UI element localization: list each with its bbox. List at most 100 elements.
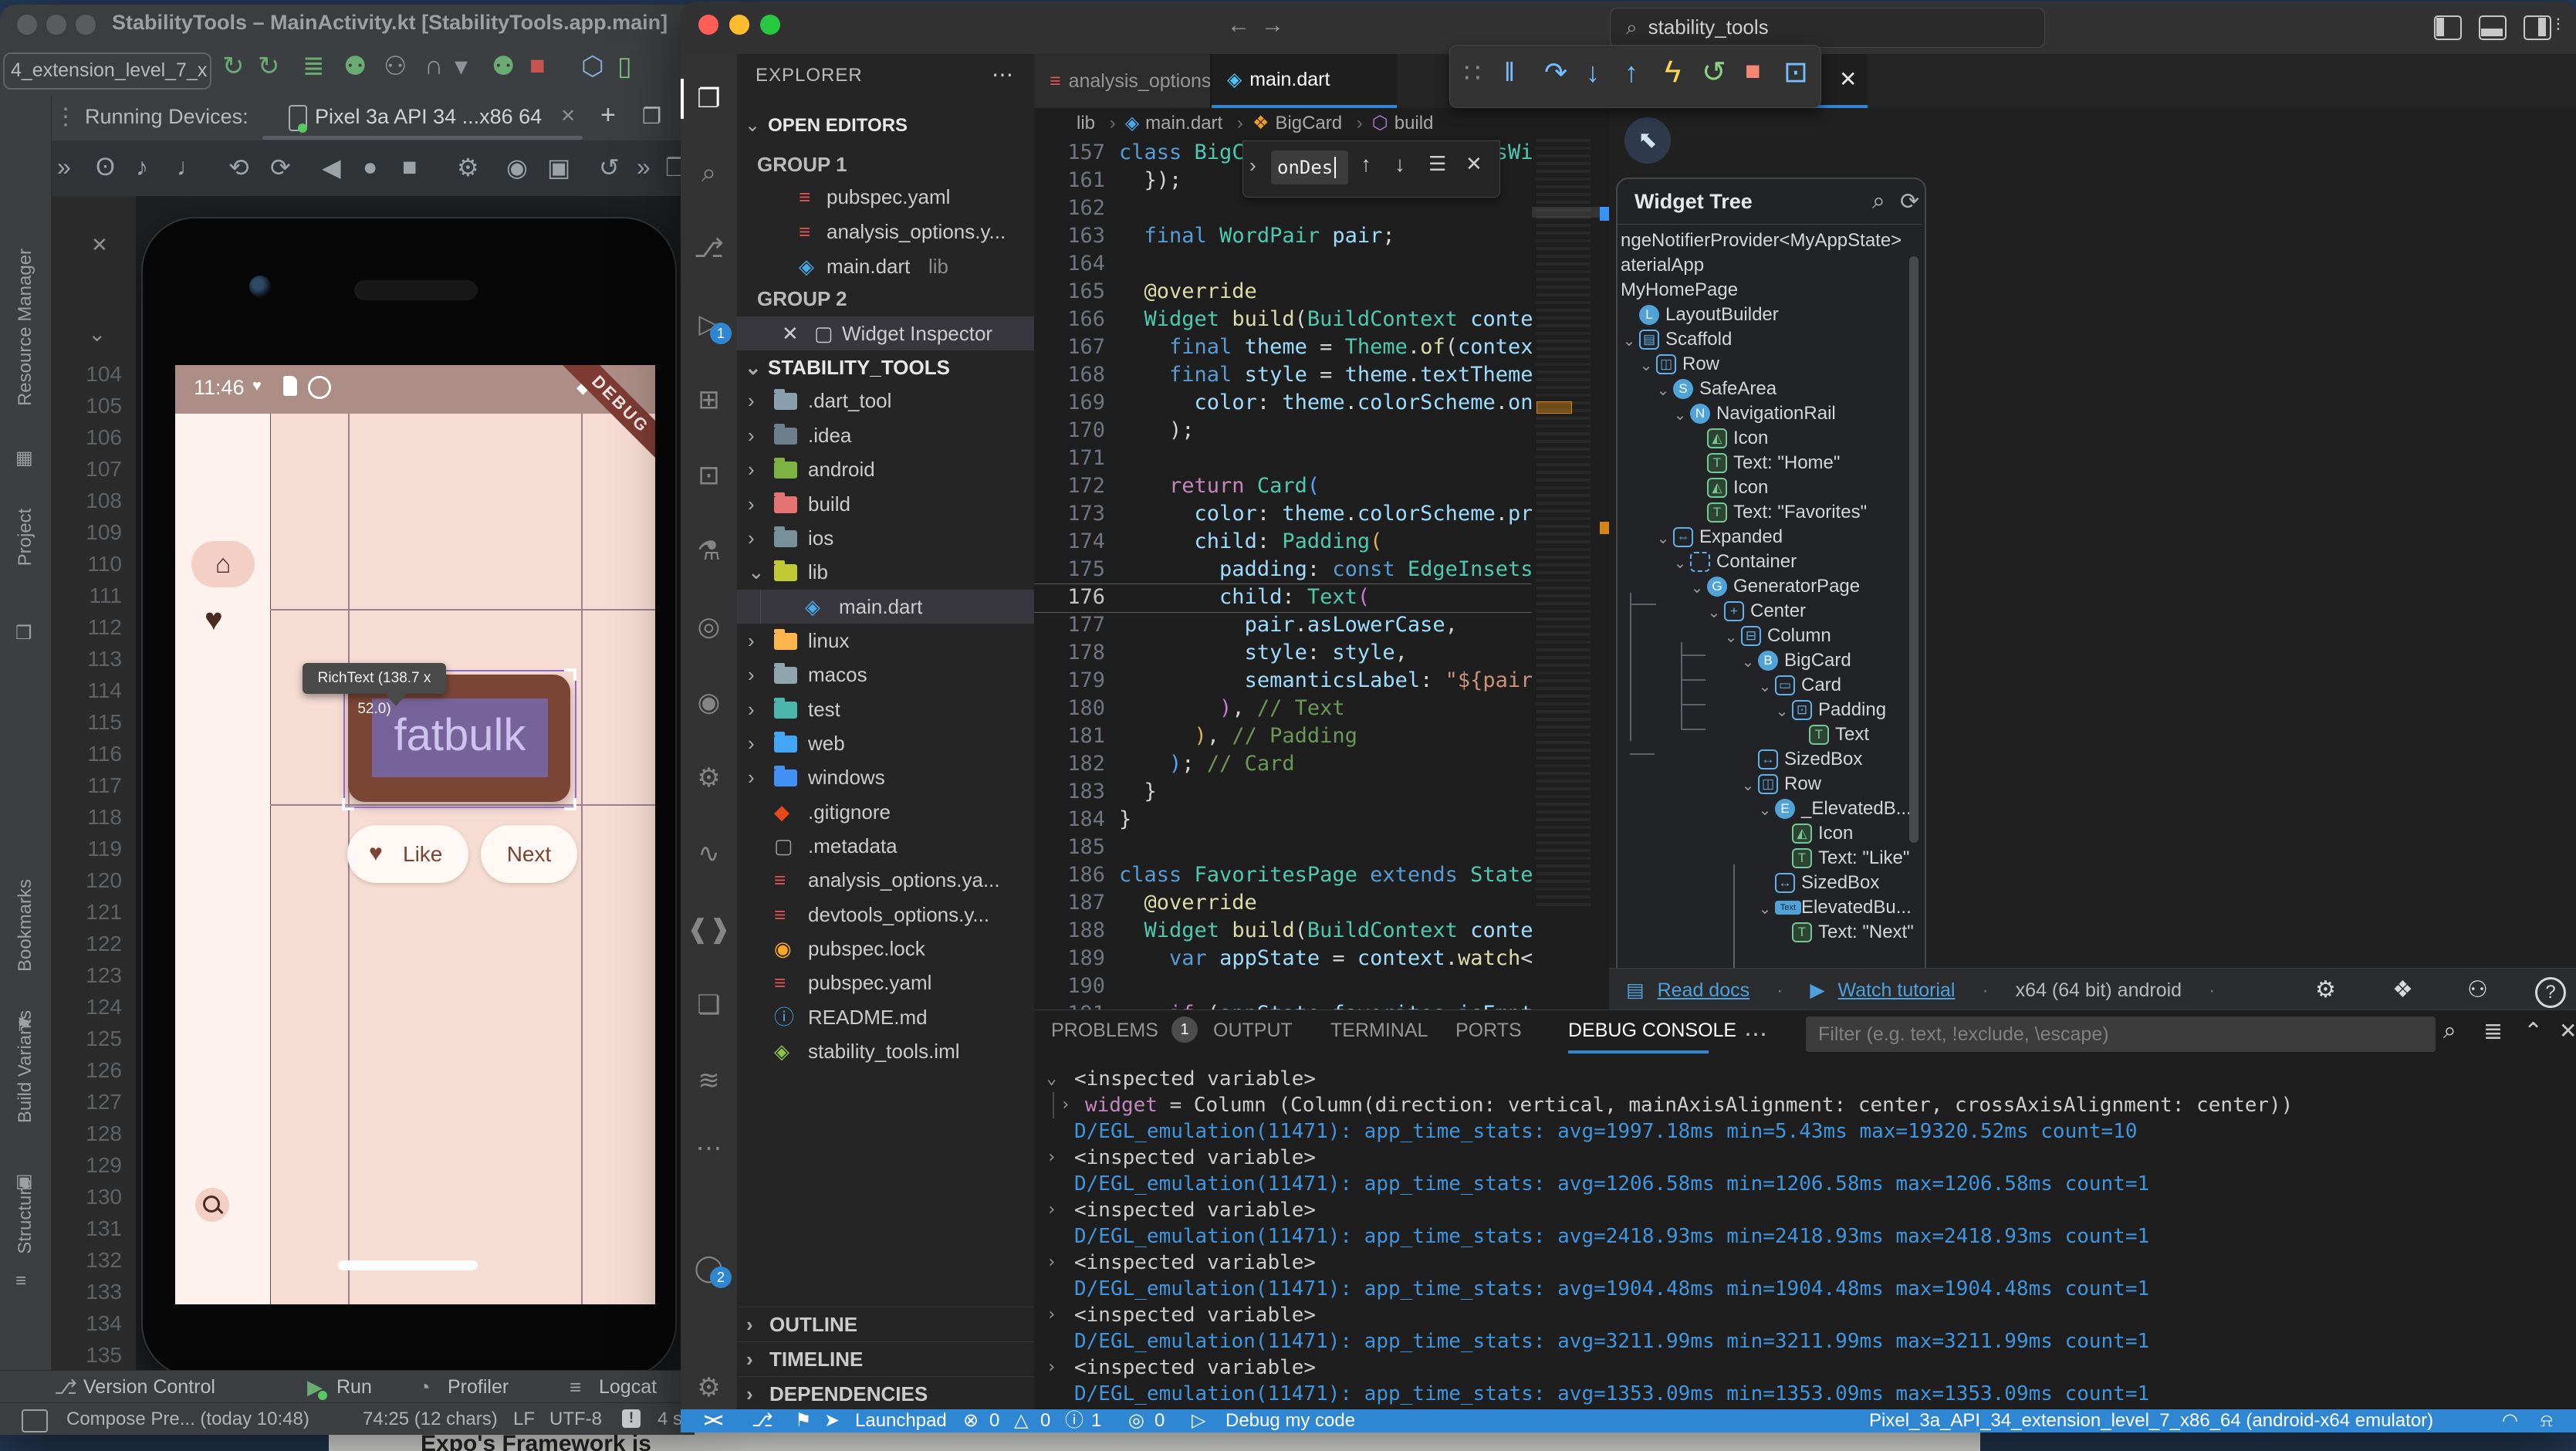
- nav-back-icon[interactable]: ←: [1227, 12, 1250, 39]
- panel-collapse-icon[interactable]: ⌃: [2524, 1018, 2543, 1045]
- file-label[interactable]: main.dart: [827, 249, 910, 283]
- toggle-primary-sidebar-icon[interactable]: [2434, 15, 2462, 40]
- as-run-config-select[interactable]: 4_extension_level_7_x ▾: [3, 52, 211, 90]
- toolbar-grip[interactable]: ∷: [1464, 58, 1481, 89]
- find-input[interactable]: onDes: [1271, 151, 1348, 184]
- tree-item--gitignore[interactable]: ◆.gitignore: [737, 795, 1034, 829]
- snapshot-icon[interactable]: ↺: [599, 153, 620, 182]
- find-next-icon[interactable]: ↓: [1394, 152, 1405, 177]
- watch-tutorial-link[interactable]: Watch tutorial: [1838, 979, 1956, 1001]
- info-count[interactable]: 1: [1091, 1409, 1101, 1432]
- footer-help-icon[interactable]: ?: [2535, 977, 2566, 1008]
- expand-chevron-icon[interactable]: ⌄: [1756, 675, 1773, 699]
- nav-forward-icon[interactable]: →: [1261, 12, 1284, 39]
- as-status-encoding[interactable]: UTF-8: [549, 1409, 602, 1430]
- debug-session-icon[interactable]: ▷: [1192, 1409, 1205, 1432]
- section-dependencies[interactable]: ›DEPENDENCIES: [737, 1376, 1034, 1409]
- widget-tree-row[interactable]: ⌄⊡Padding: [1618, 698, 1922, 722]
- gradle-icon[interactable]: ∿: [681, 834, 737, 874]
- explorer-icon[interactable]: ❐: [681, 79, 737, 119]
- flutter-icon[interactable]: ❰❱: [681, 909, 737, 949]
- console-expand-icon[interactable]: ›: [1060, 1092, 1070, 1118]
- overview-ruler[interactable]: [1600, 139, 1609, 1011]
- open-inspector-icon[interactable]: ⊡: [1783, 55, 1808, 90]
- read-docs-link[interactable]: Read docs: [1658, 979, 1750, 1001]
- widget-tree-row[interactable]: ⌄Container: [1618, 550, 1922, 574]
- expand-chevron-icon[interactable]: ⌄: [1706, 600, 1722, 625]
- widget-tree-row[interactable]: ⌄SSafeArea: [1618, 377, 1922, 401]
- widget-tree-row[interactable]: TText: "Next": [1618, 920, 1922, 945]
- customize-layout-icon[interactable]: ⫶: [2556, 15, 2571, 37]
- expand-chevron-icon[interactable]: ⌄: [1739, 650, 1756, 675]
- recents-icon[interactable]: ■: [402, 153, 417, 181]
- command-center-search[interactable]: ⌕stability_tools: [1610, 8, 2045, 48]
- widget-tree-row[interactable]: LLayoutBuilder: [1618, 303, 1922, 327]
- filter-clear-icon[interactable]: ≣: [2483, 1018, 2503, 1045]
- add-device-icon[interactable]: +: [600, 100, 616, 130]
- tree-item-stability-tools-iml[interactable]: ◈stability_tools.iml: [737, 1034, 1034, 1068]
- widget-tree-row[interactable]: ⌄▭Card: [1618, 673, 1922, 698]
- record-icon[interactable]: ▣: [547, 153, 570, 182]
- widget-tree-row[interactable]: ⌄TextElevatedBu...: [1618, 895, 1922, 920]
- caret-icon[interactable]: ▾: [455, 51, 468, 82]
- stop-icon[interactable]: ■: [529, 51, 546, 81]
- launchpad-flag-icon[interactable]: ⚑: [795, 1409, 812, 1432]
- as-status-indent[interactable]: 4 s: [658, 1409, 682, 1430]
- widget-tree-row[interactable]: MyHomePage: [1618, 278, 1922, 303]
- expand-chevron-icon[interactable]: ⌄: [1655, 378, 1672, 403]
- comments-icon[interactable]: ❏: [681, 985, 737, 1025]
- inspector-tab-close-icon[interactable]: ✕: [1839, 66, 1857, 92]
- as-version-control-button[interactable]: Version Control: [83, 1376, 215, 1399]
- explorer-section[interactable]: ⌄STABILITY_TOOLS: [737, 350, 1034, 384]
- open-editor-item[interactable]: ✕▢Widget Inspector: [737, 316, 1034, 350]
- camera-icon[interactable]: ◉: [506, 153, 528, 182]
- panel-tab-problems[interactable]: PROBLEMS: [1051, 1020, 1158, 1042]
- tree-refresh-icon[interactable]: ⟳: [1900, 188, 1919, 215]
- as-status-doc[interactable]: Compose Pre... (today 10:48): [66, 1409, 309, 1430]
- tab-scroll-indicator[interactable]: [262, 136, 583, 140]
- widget-tree-row[interactable]: TText: "Favorites": [1618, 500, 1922, 525]
- panel-tab-terminal[interactable]: TERMINAL: [1330, 1020, 1428, 1042]
- tree-item--idea[interactable]: ›.idea: [737, 418, 1034, 452]
- console-expand-icon[interactable]: ›: [1046, 1250, 1056, 1276]
- testing-icon[interactable]: ⚗: [681, 531, 737, 571]
- tree-item-pubspec-lock[interactable]: ◉pubspec.lock: [737, 932, 1034, 966]
- tool-window-project[interactable]: Project: [15, 509, 36, 567]
- rotate-right-icon[interactable]: ⟳: [270, 153, 291, 182]
- device-selector[interactable]: Pixel_3a_API_34_extension_level_7_x86_64…: [1869, 1409, 2433, 1432]
- tab-analysis-options[interactable]: ≡analysis_options.yaml: [1034, 54, 1210, 108]
- file-label[interactable]: analysis_options.y...: [827, 215, 1006, 249]
- ports-forward-icon[interactable]: ⎇: [752, 1409, 773, 1432]
- close-editor-icon[interactable]: ✕: [782, 316, 799, 350]
- device-manager-icon[interactable]: ▯: [617, 51, 632, 82]
- ports-icon[interactable]: ◎: [1128, 1409, 1144, 1432]
- nav-favorites-icon[interactable]: ♥: [205, 603, 223, 638]
- widget-tree-row[interactable]: ◭Icon: [1618, 821, 1922, 846]
- tree-item-lib[interactable]: ⌄lib: [737, 555, 1034, 589]
- widget-tree-row[interactable]: ⌄NNavigationRail: [1618, 401, 1922, 426]
- close-icon[interactable]: ✕: [91, 233, 108, 257]
- debug-stop-icon[interactable]: ■: [1745, 56, 1761, 86]
- open-editor-item[interactable]: ≡analysis_options.y...: [737, 215, 1034, 249]
- debug-step-into-icon[interactable]: ↓: [1586, 56, 1600, 89]
- as-run-button[interactable]: Run: [336, 1376, 372, 1399]
- tree-item-analysis-options-ya---[interactable]: ≡analysis_options.ya...: [737, 863, 1034, 897]
- settings-gear-icon[interactable]: ⚙: [681, 1368, 737, 1408]
- toggle-secondary-sidebar-icon[interactable]: [2524, 15, 2551, 40]
- expand-chevron-icon[interactable]: ⌄: [1689, 576, 1706, 600]
- widget-tree-row[interactable]: TText: "Like": [1618, 846, 1922, 871]
- debug-step-out-icon[interactable]: ↑: [1624, 56, 1638, 89]
- panel-tab-output[interactable]: OUTPUT: [1213, 1020, 1293, 1042]
- launchpad-rocket-icon[interactable]: ➤: [824, 1409, 840, 1432]
- tree-item-windows[interactable]: ›windows: [737, 760, 1034, 794]
- makefile-icon[interactable]: ⚙: [681, 758, 737, 798]
- tab-main-dart[interactable]: ◈main.dart: [1212, 54, 1397, 108]
- find-selection-icon[interactable]: ☰: [1428, 152, 1446, 176]
- tree-vscrollbar[interactable]: [1909, 256, 1918, 843]
- home-button-icon[interactable]: ●: [363, 153, 377, 181]
- back-icon[interactable]: ◀: [322, 153, 341, 182]
- tool-window-bookmarks[interactable]: Bookmarks: [15, 879, 36, 972]
- tree-item-ios[interactable]: ›ios: [737, 521, 1034, 555]
- section-timeline[interactable]: ›TIMELINE: [737, 1341, 1034, 1376]
- explorer-more-icon[interactable]: ⋯: [992, 62, 1013, 87]
